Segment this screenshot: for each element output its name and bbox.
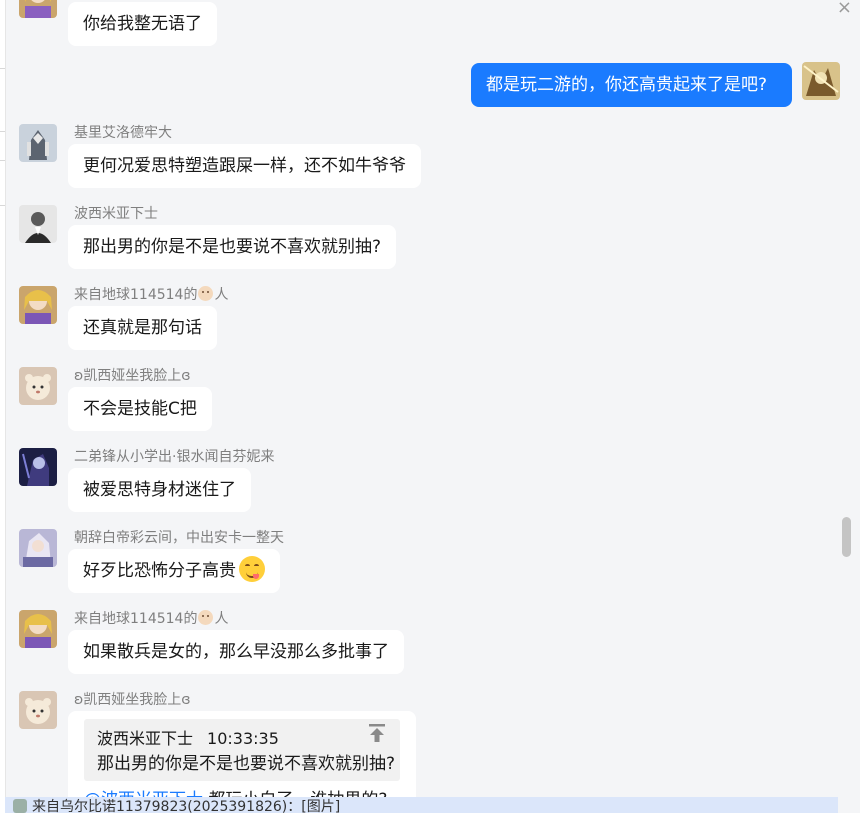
my-message-bubble[interactable]: 都是玩二游的，你还高贵起来了是吧?	[471, 63, 792, 107]
sender-name[interactable]: 二弟锋从小学出·银水闻自芬妮来	[74, 448, 274, 466]
quoted-message[interactable]: 波西米亚下士 10:33:35 那出男的你是不是也要说不喜欢就别抽?	[84, 719, 400, 781]
message-bubble[interactable]: 你给我整无语了	[68, 2, 217, 46]
sender-name[interactable]: ʚ凯西娅坐我脸上ɞ	[74, 691, 191, 709]
message-bubble[interactable]: 不会是技能C把	[68, 387, 212, 431]
name-suffix: 人	[214, 287, 229, 303]
divider	[0, 131, 5, 132]
message-bubble[interactable]: 好歹比恐怖分子高贵	[68, 549, 280, 593]
name-prefix: 来自地球114514的	[74, 287, 198, 303]
baby-face-emoji	[198, 610, 214, 625]
banner-text: 来自乌尔比诺11379823(2025391826)：[图片]	[32, 799, 341, 813]
jump-to-top-icon[interactable]	[368, 723, 386, 743]
sender-name[interactable]: 基里艾洛德牢大	[74, 124, 172, 142]
message-bubble[interactable]: 如果散兵是女的，那么早没那么多批事了	[68, 630, 404, 674]
new-message-banner[interactable]: 来自乌尔比诺11379823(2025391826)：[图片]	[5, 797, 838, 813]
message-bubble[interactable]: 那出男的你是不是也要说不喜欢就别抽?	[68, 225, 397, 269]
chat-window: × 你给我整无语了 都是玩二游的，你还高贵起来了是吧? 基里艾洛德牢大 更何况爱…	[0, 0, 860, 813]
sender-name[interactable]: 朝辞白帝彩云间，中出安卡一整天	[74, 529, 284, 547]
name-suffix: 人	[214, 611, 229, 627]
avatar[interactable]	[19, 0, 57, 18]
quote-header: 波西米亚下士 10:33:35	[97, 725, 279, 749]
avatar[interactable]	[19, 448, 57, 486]
message-bubble[interactable]: 更何况爱思特塑造跟屎一样，还不如牛爷爷	[68, 144, 421, 188]
divider	[0, 68, 5, 69]
window-left-edge	[0, 0, 6, 813]
group-avatar-icon	[13, 799, 27, 813]
message-bubble[interactable]: 还真就是那句话	[68, 306, 217, 350]
avatar[interactable]	[19, 205, 57, 243]
sender-name[interactable]: 来自地球114514的人	[74, 286, 228, 304]
close-icon[interactable]: ×	[837, 0, 852, 18]
scrollbar-thumb[interactable]	[842, 517, 851, 557]
divider	[0, 160, 5, 161]
avatar[interactable]	[19, 691, 57, 729]
sender-name[interactable]: 波西米亚下士	[74, 205, 158, 223]
divider	[0, 205, 5, 206]
name-prefix: 来自地球114514的	[74, 611, 198, 627]
message-bubble[interactable]: 被爱思特身材迷住了	[68, 468, 251, 512]
yum-face-emoji	[239, 556, 265, 582]
quote-text: 那出男的你是不是也要说不喜欢就别抽?	[97, 754, 396, 774]
quote-author: 波西米亚下士	[97, 729, 194, 748]
baby-face-emoji	[198, 286, 214, 301]
avatar[interactable]	[19, 367, 57, 405]
message-text: 好歹比恐怖分子高贵	[83, 561, 236, 581]
avatar[interactable]	[19, 610, 57, 648]
avatar[interactable]	[19, 529, 57, 567]
avatar[interactable]	[19, 286, 57, 324]
avatar[interactable]	[19, 124, 57, 162]
my-avatar[interactable]	[802, 62, 840, 100]
sender-name[interactable]: 来自地球114514的人	[74, 610, 228, 628]
quote-time: 10:33:35	[207, 729, 279, 748]
sender-name[interactable]: ʚ凯西娅坐我脸上ɞ	[74, 367, 191, 385]
